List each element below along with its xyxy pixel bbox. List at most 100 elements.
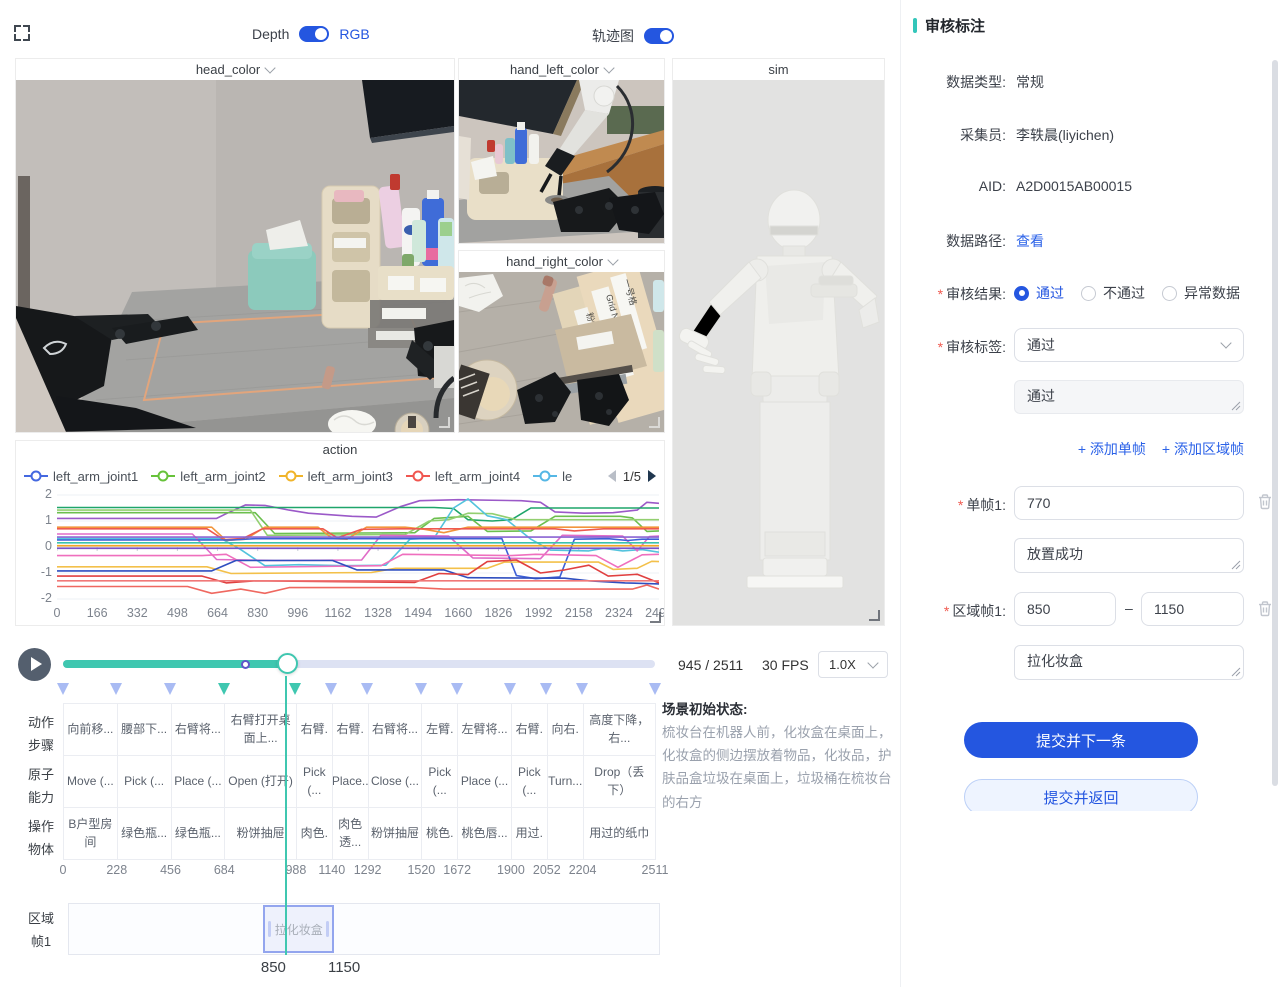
legend-item-left_arm_joint4[interactable]: left_arm_joint4: [406, 469, 520, 484]
action-step-cell: 右臂将...: [369, 704, 423, 756]
step-marker[interactable]: [576, 683, 588, 695]
collector-label: 采集员:: [906, 125, 1006, 145]
head-camera-select[interactable]: head_color: [16, 59, 454, 80]
submit-next-button[interactable]: 提交并下一条: [964, 722, 1198, 758]
legend-item-left_arm_joint2[interactable]: left_arm_joint2: [151, 469, 265, 484]
delete-region-frame-icon[interactable]: [1257, 600, 1273, 617]
step-marker[interactable]: [110, 683, 122, 695]
row-label-atomic-ability: 原子能力: [25, 764, 57, 810]
region-handle-right[interactable]: [326, 921, 329, 937]
region-track[interactable]: [68, 903, 660, 955]
single-frame-dot-marker[interactable]: [241, 660, 250, 669]
head-camera-title: head_color: [196, 62, 260, 77]
atomic-ability-cell: Pick (...: [422, 756, 458, 808]
radio-icon[interactable]: [1162, 286, 1177, 301]
step-marker[interactable]: [164, 683, 176, 695]
action-step-cell: 腰部下...: [118, 704, 172, 756]
resize-corner-icon[interactable]: [439, 417, 450, 428]
atomic-ability-cell: Pick (...: [118, 756, 172, 808]
slider-fill: [63, 660, 286, 668]
hand-left-camera-select[interactable]: hand_left_color: [459, 59, 664, 80]
radio-icon[interactable]: [1081, 286, 1096, 301]
data-path-view-link[interactable]: 查看: [1016, 231, 1044, 251]
range-dash: –: [1125, 600, 1133, 616]
step-marker[interactable]: [649, 683, 661, 695]
step-marker[interactable]: [451, 683, 463, 695]
step-marker[interactable]: [57, 683, 69, 695]
speed-select[interactable]: 1.0X: [818, 651, 888, 678]
region-handle-left[interactable]: [268, 921, 271, 937]
x-tick: 332: [115, 606, 159, 620]
tag-select[interactable]: 通过: [1014, 328, 1244, 362]
single-frame-label: *单帧1:: [906, 495, 1006, 515]
object-cell: [548, 808, 584, 860]
region-segment-label: 拉化妆盒: [275, 921, 323, 938]
legend-marker-icon: [151, 470, 175, 482]
review-result-option[interactable]: 异常数据: [1162, 283, 1240, 303]
review-title: 审核标注: [925, 15, 985, 36]
resize-corner-icon[interactable]: [649, 417, 660, 428]
result-label: *审核结果:: [906, 284, 1006, 304]
region-note-box[interactable]: 拉化妆盒: [1014, 645, 1244, 680]
atomic-ability-cell: Place (...: [172, 756, 226, 808]
chart-series-line: [57, 585, 659, 593]
pager-next-icon[interactable]: [648, 470, 656, 482]
hand-right-camera-select[interactable]: hand_right_color: [459, 251, 664, 272]
region-end-label: 1150: [314, 959, 374, 976]
pager-prev-icon[interactable]: [608, 470, 616, 482]
single-frame-input[interactable]: [1014, 486, 1244, 520]
annotation-review-app: Depth RGB 轨迹图 head_color: [0, 0, 1280, 987]
playback-slider[interactable]: [63, 660, 655, 668]
action-chart-title: action: [15, 442, 665, 457]
object-cell: 绿色瓶...: [172, 808, 226, 860]
resize-handle-icon[interactable]: [1231, 667, 1241, 677]
trajectory-toggle[interactable]: [644, 28, 674, 44]
resize-handle-icon[interactable]: [1231, 560, 1241, 570]
slider-handle[interactable]: [277, 653, 298, 674]
step-marker[interactable]: [504, 683, 516, 695]
pager-text: 1/5: [623, 469, 641, 484]
play-button[interactable]: [18, 648, 51, 681]
review-result-option[interactable]: 不通过: [1081, 283, 1145, 303]
review-result-option[interactable]: 通过: [1014, 283, 1064, 303]
resize-corner-icon[interactable]: [869, 610, 880, 621]
resize-handle-icon[interactable]: [1231, 401, 1241, 411]
x-tick: 1660: [436, 606, 480, 620]
step-marker-active[interactable]: [218, 683, 230, 695]
object-cell: 用过.: [512, 808, 548, 860]
submit-return-button[interactable]: 提交并返回: [964, 779, 1198, 811]
radio-selected-icon[interactable]: [1014, 286, 1029, 301]
step-marker[interactable]: [540, 683, 552, 695]
panel-scrollbar[interactable]: [1272, 60, 1278, 786]
step-marker[interactable]: [415, 683, 427, 695]
frame-axis-tick: 0: [41, 863, 85, 877]
depth-rgb-toggle[interactable]: [299, 26, 329, 42]
row-label-objects: 操作物体: [25, 816, 57, 862]
fullscreen-icon[interactable]: [14, 25, 30, 41]
delete-single-frame-icon[interactable]: [1257, 493, 1273, 510]
add-region-frame-link[interactable]: + 添加区域帧: [1162, 439, 1244, 459]
data-type-value: 常规: [1016, 72, 1044, 92]
legend-item-le[interactable]: le: [533, 469, 572, 484]
add-single-frame-link[interactable]: + 添加单帧: [1078, 439, 1146, 459]
region-segment[interactable]: 拉化妆盒: [263, 905, 334, 953]
tag-note-box[interactable]: 通过: [1014, 380, 1244, 414]
chevron-down-icon: [867, 657, 878, 668]
legend-item-left_arm_joint1[interactable]: left_arm_joint1: [24, 469, 138, 484]
region-start-input[interactable]: [1014, 592, 1116, 626]
head-camera-panel: head_color: [15, 58, 455, 433]
rgb-label: RGB: [339, 26, 369, 42]
action-step-cell: 右臂.: [333, 704, 369, 756]
trajectory-label: 轨迹图: [592, 26, 634, 46]
region-start-label: 850: [243, 959, 303, 976]
step-marker[interactable]: [361, 683, 373, 695]
action-chart-plot: [57, 489, 659, 605]
region-end-input[interactable]: [1141, 592, 1244, 626]
legend-item-left_arm_joint3[interactable]: left_arm_joint3: [279, 469, 393, 484]
step-marker-active[interactable]: [289, 683, 301, 695]
action-step-cell: 左臂.: [422, 704, 458, 756]
single-frame-note-box[interactable]: 放置成功: [1014, 538, 1244, 573]
step-marker[interactable]: [325, 683, 337, 695]
atomic-ability-cell: Turn...: [548, 756, 584, 808]
resize-corner-icon[interactable]: [650, 612, 661, 623]
